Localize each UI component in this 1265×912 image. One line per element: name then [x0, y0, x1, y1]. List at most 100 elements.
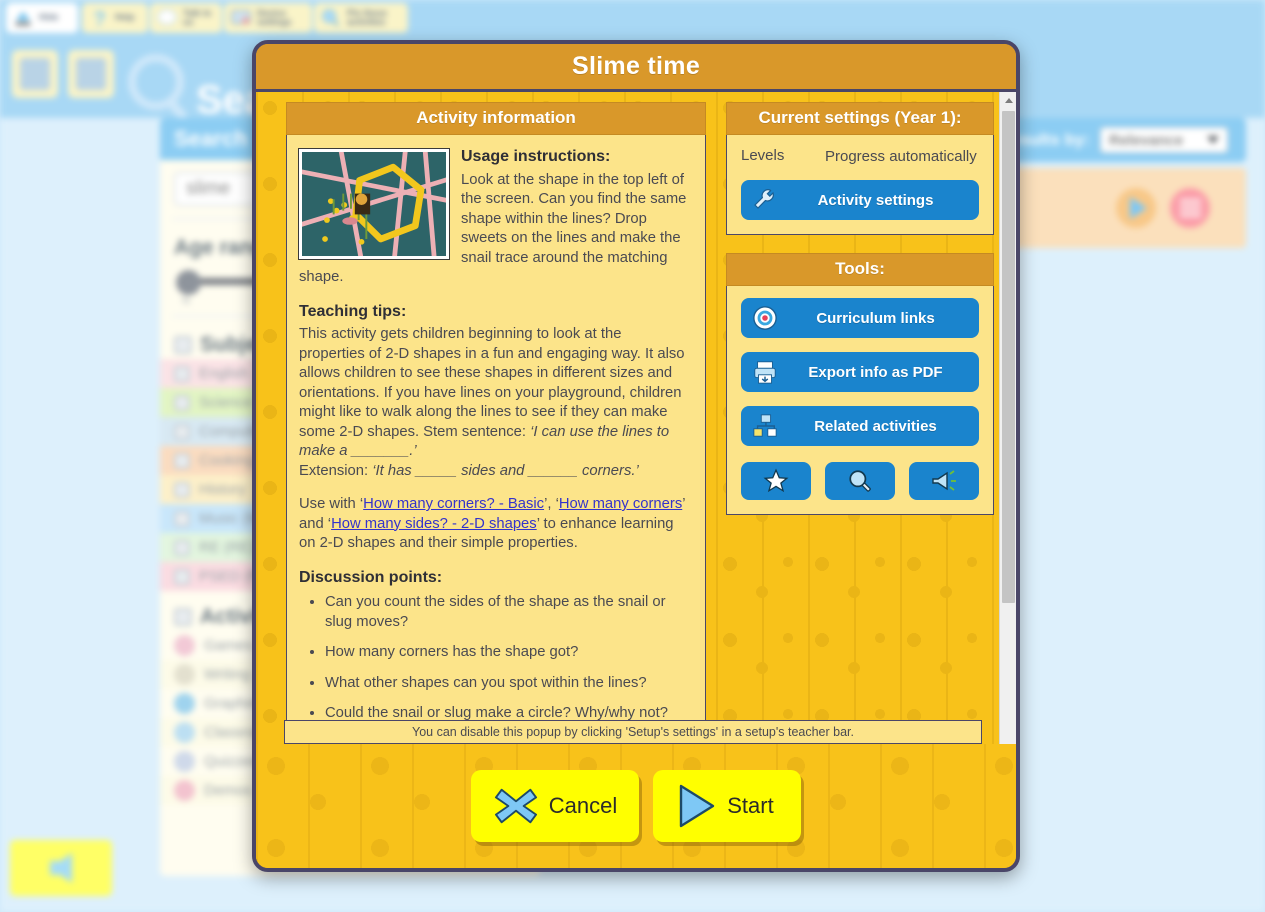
checkbox-icon[interactable] — [174, 568, 190, 585]
settings-row: Levels Progress automatically — [741, 147, 979, 166]
extension-label: Extension: — [299, 462, 373, 479]
current-settings-body: Levels Progress automatically Activity s… — [726, 135, 994, 235]
magnifier-icon — [849, 470, 871, 492]
hide-icon — [15, 11, 31, 26]
star-icon — [763, 468, 789, 493]
demos-icon — [174, 780, 195, 801]
start-button[interactable]: Start — [653, 770, 802, 842]
activity-info-dialog: Slime time Activity information Usage in… — [252, 40, 1020, 872]
favourite-button[interactable] — [741, 462, 811, 500]
target-icon — [753, 306, 777, 330]
related-link-3[interactable]: How many sides? - 2-D shapes — [331, 516, 537, 532]
slider-knob[interactable] — [176, 270, 201, 295]
checkbox-icon[interactable] — [174, 365, 190, 382]
export-pdf-label: Export info as PDF — [808, 363, 943, 381]
checkbox-icon[interactable] — [174, 481, 190, 498]
activity-information-scroll-content: Usage instructions: Look at the shape in… — [287, 135, 705, 768]
toolbar-label: Help — [115, 12, 135, 23]
games-icon — [174, 635, 195, 656]
back-button[interactable] — [10, 840, 112, 896]
view-toggle-list[interactable] — [12, 50, 58, 98]
writing-icon — [174, 664, 195, 685]
checkbox-icon[interactable] — [174, 452, 190, 469]
toolbar-label: Talk to us — [183, 7, 212, 27]
toolbar-button-pin-activities[interactable]: Pin these activities — [314, 3, 408, 33]
dialog-footnote: You can disable this popup by clicking '… — [284, 720, 982, 744]
question-mark-icon: ? — [94, 8, 106, 29]
dialog-footer: Cancel Start — [256, 744, 1016, 868]
checkbox-icon[interactable] — [174, 510, 190, 527]
activity-thumbnail — [298, 148, 450, 260]
link-separator-1: ’, ‘ — [544, 496, 559, 512]
checkbox-icon[interactable] — [174, 336, 192, 354]
scrollbar-thumb[interactable] — [1002, 111, 1015, 603]
use-with-text: Use with ‘How many corners? - Basic’, ‘H… — [299, 495, 691, 554]
dialog-scrollbar[interactable] — [999, 92, 1016, 768]
export-pdf-button[interactable]: Export info as PDF — [741, 352, 979, 392]
toolbar-button-device-settings[interactable]: Device settings — [224, 3, 312, 33]
toolbar-button-help[interactable]: ? Help — [82, 3, 148, 33]
activity-settings-label: Activity settings — [817, 191, 934, 209]
printer-download-icon — [754, 361, 776, 384]
checkbox-icon[interactable] — [174, 394, 190, 411]
slime-preview-image — [302, 152, 446, 256]
chevron-down-icon — [1207, 136, 1219, 144]
magnifier-icon — [322, 9, 340, 27]
curriculum-links-button[interactable]: Curriculum links — [741, 298, 979, 338]
right-column: Current settings (Year 1): Levels Progre… — [726, 102, 994, 768]
list-item: What other shapes can you spot within th… — [325, 674, 691, 694]
search-tool-button[interactable] — [825, 462, 895, 500]
checkbox-icon[interactable] — [174, 608, 192, 626]
toolbar-label: Pin these activities — [347, 7, 388, 27]
play-icon — [680, 784, 715, 828]
tools-body: Curriculum links Export info as PDF Rela… — [726, 286, 994, 515]
teaching-tips-heading: Teaching tips: — [299, 302, 407, 320]
scroll-up-button[interactable] — [1000, 92, 1016, 109]
checkbox-icon[interactable] — [174, 539, 190, 556]
current-settings-panel: Current settings (Year 1): Levels Progre… — [726, 102, 994, 235]
play-button[interactable] — [1116, 188, 1156, 228]
related-activities-label: Related activities — [814, 417, 937, 435]
toolbar-label: Device settings — [257, 7, 292, 27]
speech-bubble-icon — [157, 9, 177, 25]
activity-settings-button[interactable]: Activity settings — [741, 180, 979, 220]
discussion-points-heading: Discussion points: — [299, 568, 443, 586]
related-activities-button[interactable]: Related activities — [741, 406, 979, 446]
list-item: Can you count the sides of the shape as … — [325, 593, 691, 632]
tools-panel: Tools: Curriculum links Export info as P… — [726, 253, 994, 515]
dialog-body: Activity information Usage instructions:… — [256, 92, 1016, 768]
cancel-button[interactable]: Cancel — [470, 770, 640, 842]
tool-icon-row — [741, 462, 979, 500]
related-link-2[interactable]: How many corners — [559, 496, 682, 512]
discussion-points-list: Can you count the sides of the shape as … — [325, 593, 691, 724]
activity-information-panel: Activity information Usage instructions:… — [286, 102, 706, 768]
announce-button[interactable] — [909, 462, 979, 500]
classroom-icon — [174, 722, 195, 743]
close-icon — [494, 788, 537, 824]
teacher-toolbar: Hide ? Help Talk to us Device settings P… — [0, 0, 1265, 36]
quizzes-icon — [174, 751, 195, 772]
toolbar-button-talk-to-us[interactable]: Talk to us — [150, 3, 222, 33]
toolbar-label: Hide — [39, 12, 59, 23]
view-toggle-grid[interactable] — [68, 50, 114, 98]
svg-text:?: ? — [94, 8, 106, 29]
tools-heading: Tools: — [726, 253, 994, 286]
graphing-icon — [174, 693, 195, 714]
dialog-title: Slime time — [256, 44, 1016, 92]
settings-row-value: Progress automatically — [825, 148, 977, 165]
cancel-label: Cancel — [548, 793, 618, 818]
toolbar-button-hide[interactable]: Hide — [6, 3, 78, 33]
device-icon — [231, 10, 251, 25]
teaching-tips-body: This activity gets children beginning to… — [299, 326, 685, 440]
activity-information-body: Usage instructions: Look at the shape in… — [286, 135, 706, 768]
search-input-value: slime — [186, 178, 231, 199]
details-button[interactable] — [1170, 188, 1210, 228]
teaching-tips-text: This activity gets children beginning to… — [299, 325, 691, 481]
use-with-prefix: Use with ‘ — [299, 496, 364, 512]
curriculum-links-label: Curriculum links — [816, 309, 935, 327]
megaphone-icon — [932, 470, 956, 491]
sort-select[interactable]: Relevance — [1100, 127, 1228, 153]
checkbox-icon[interactable] — [174, 423, 190, 440]
start-label: Start — [727, 793, 774, 818]
related-link-1[interactable]: How many corners? - Basic — [363, 496, 544, 512]
